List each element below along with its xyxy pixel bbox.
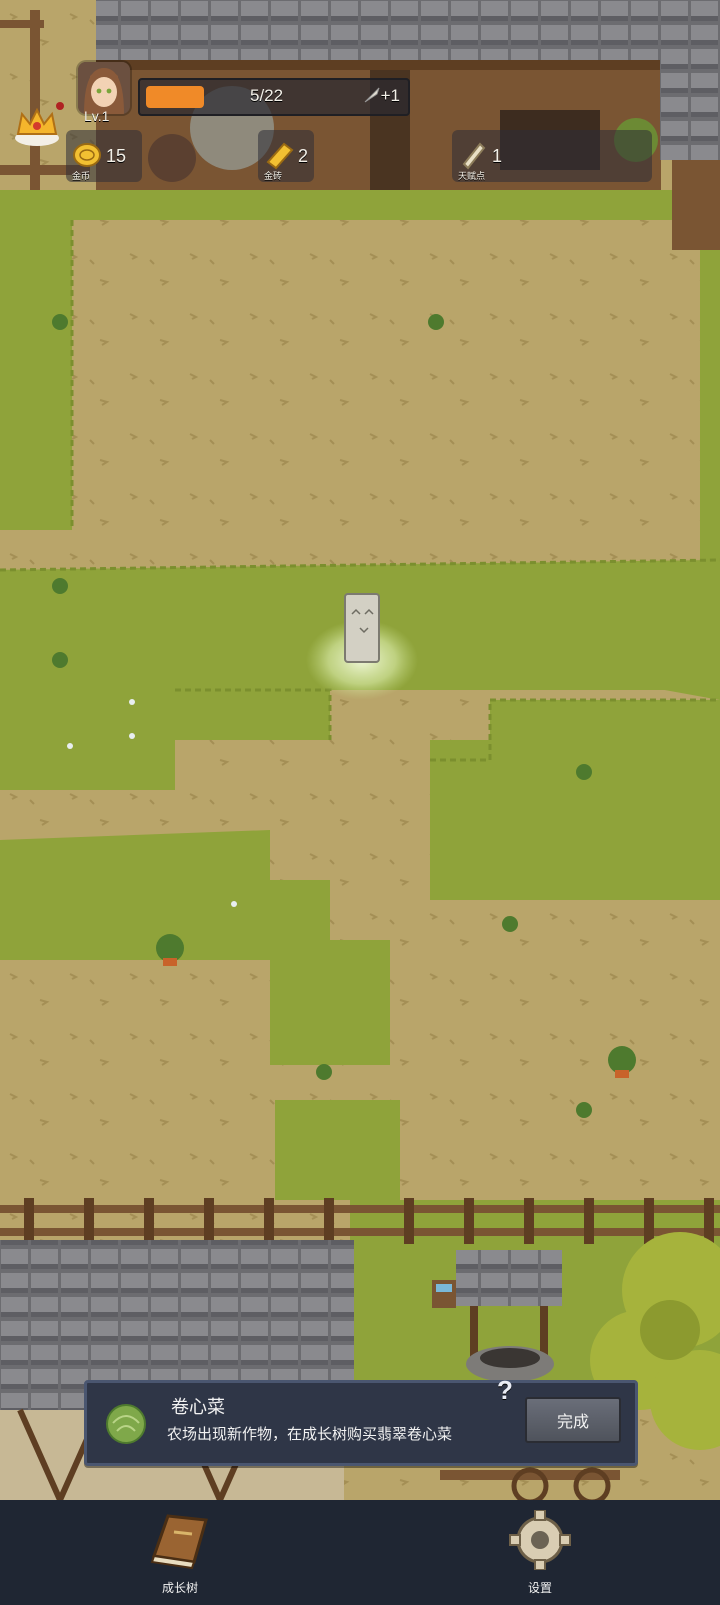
notification-title: 卷心菜 [171,1397,225,1417]
gear-icon [509,1510,571,1570]
xp-bonus-value: +1 [380,86,400,105]
resource-gold[interactable]: 15 金币 [66,130,142,182]
gold-label: 金币 [72,171,91,181]
complete-button[interactable]: 完成 [525,1397,621,1443]
notification-description: 农场出现新作物，在成长树购买翡翠卷心菜 [167,1426,453,1443]
gold-value: 15 [106,146,127,166]
bottom-nav: 成长树 设置 [0,1500,720,1605]
book-icon [150,1514,208,1570]
player-avatar[interactable] [78,62,130,114]
talent-value: 1 [492,146,503,166]
quill-icon [364,87,380,103]
nav-settings[interactable]: 设置 [480,1510,600,1600]
new-crop-notification: 卷心菜 农场出现新作物，在成长树购买翡翠卷心菜 ? 完成 [84,1375,638,1466]
gold-bar-icon [266,142,294,170]
cabbage-icon [106,1404,146,1444]
talent-label: 天赋点 [458,171,486,181]
nav-settings-label: 设置 [527,1581,552,1595]
hud: Lv.1 5/22 +1 15 金币 2 金砖 1 天赋点 [0,0,720,200]
game-viewport[interactable]: Lv.1 5/22 +1 15 金币 2 金砖 1 天赋点 卷心菜 农场出现新作… [0,0,720,1500]
crown-icon[interactable] [12,104,62,148]
nav-growth-tree-label: 成长树 [161,1581,198,1595]
scroll-icon [462,142,486,170]
xp-bonus: +1 [363,86,400,106]
player-level: Lv.1 [84,108,110,124]
xp-bar-fill [146,86,204,108]
gold-coin-icon [73,143,101,167]
xp-progress-text: 5/22 [250,86,284,105]
resource-gold-brick[interactable]: 2 金砖 [258,130,314,182]
farm-map[interactable] [0,0,720,1500]
nav-growth-tree[interactable]: 成长树 [120,1510,240,1600]
gold-brick-value: 2 [298,146,309,166]
stone-tablet [344,593,380,663]
resource-talent[interactable]: 1 天赋点 [452,130,652,182]
gold-brick-label: 金砖 [264,171,283,181]
xp-bar: 5/22 +1 [138,78,410,116]
help-icon[interactable]: ? [497,1375,513,1406]
player-portrait-icon [78,62,130,114]
